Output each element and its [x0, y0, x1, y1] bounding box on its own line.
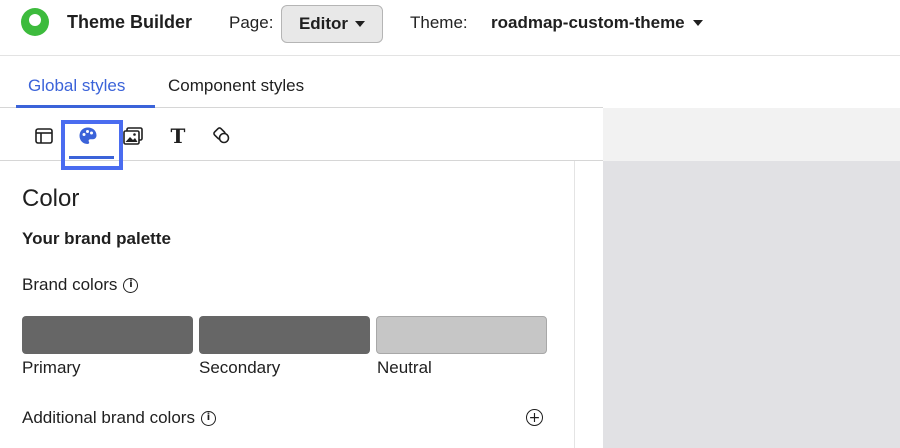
- app-logo-icon: [21, 8, 49, 36]
- primary-color-swatch[interactable]: [22, 316, 193, 354]
- theme-label: Theme:: [410, 13, 468, 32]
- panel-scrollbar[interactable]: [574, 161, 604, 448]
- add-color-icon[interactable]: +: [526, 409, 543, 426]
- info-icon[interactable]: i: [123, 277, 139, 293]
- page-label: Page:: [229, 13, 274, 32]
- style-tabs: Global styles Component styles: [0, 56, 603, 108]
- neutral-color-swatch[interactable]: [376, 316, 547, 354]
- section-title: Color: [22, 185, 80, 212]
- chevron-down-icon: [692, 20, 703, 26]
- chevron-down-icon: [355, 21, 366, 27]
- image-icon[interactable]: [122, 125, 144, 147]
- layout-icon[interactable]: [33, 125, 55, 147]
- theme-select-value: roadmap-custom-theme: [491, 13, 685, 32]
- shapes-icon[interactable]: [211, 125, 233, 147]
- tab-global-styles[interactable]: Global styles: [28, 76, 125, 96]
- app-title: Theme Builder: [67, 12, 193, 32]
- page-select-value: Editor: [298, 14, 349, 33]
- theme-select[interactable]: roadmap-custom-theme: [491, 13, 703, 33]
- secondary-swatch-label: Secondary: [199, 358, 281, 377]
- active-icon-indicator: [69, 156, 114, 159]
- subsection-title: Your brand palette: [22, 229, 171, 248]
- page-select[interactable]: Editor: [281, 5, 383, 43]
- typography-icon[interactable]: T: [167, 124, 189, 148]
- secondary-color-swatch[interactable]: [199, 316, 370, 354]
- preview-canvas-header: [603, 108, 900, 161]
- info-icon[interactable]: i: [200, 410, 216, 426]
- color-settings-panel: Color Your brand palette Brand colors i …: [0, 161, 574, 448]
- top-bar: Theme Builder Page: Editor Theme: roadma…: [0, 0, 900, 56]
- brand-colors-text: Brand colors: [22, 275, 118, 294]
- primary-swatch-label: Primary: [22, 358, 81, 377]
- brand-colors-label: Brand colors i: [22, 275, 139, 295]
- additional-brand-colors-text: Additional brand colors: [22, 408, 195, 427]
- additional-brand-colors-label: Additional brand colors i: [22, 408, 216, 428]
- neutral-swatch-label: Neutral: [377, 358, 432, 377]
- tab-component-styles[interactable]: Component styles: [168, 76, 304, 96]
- preview-canvas: [603, 161, 900, 448]
